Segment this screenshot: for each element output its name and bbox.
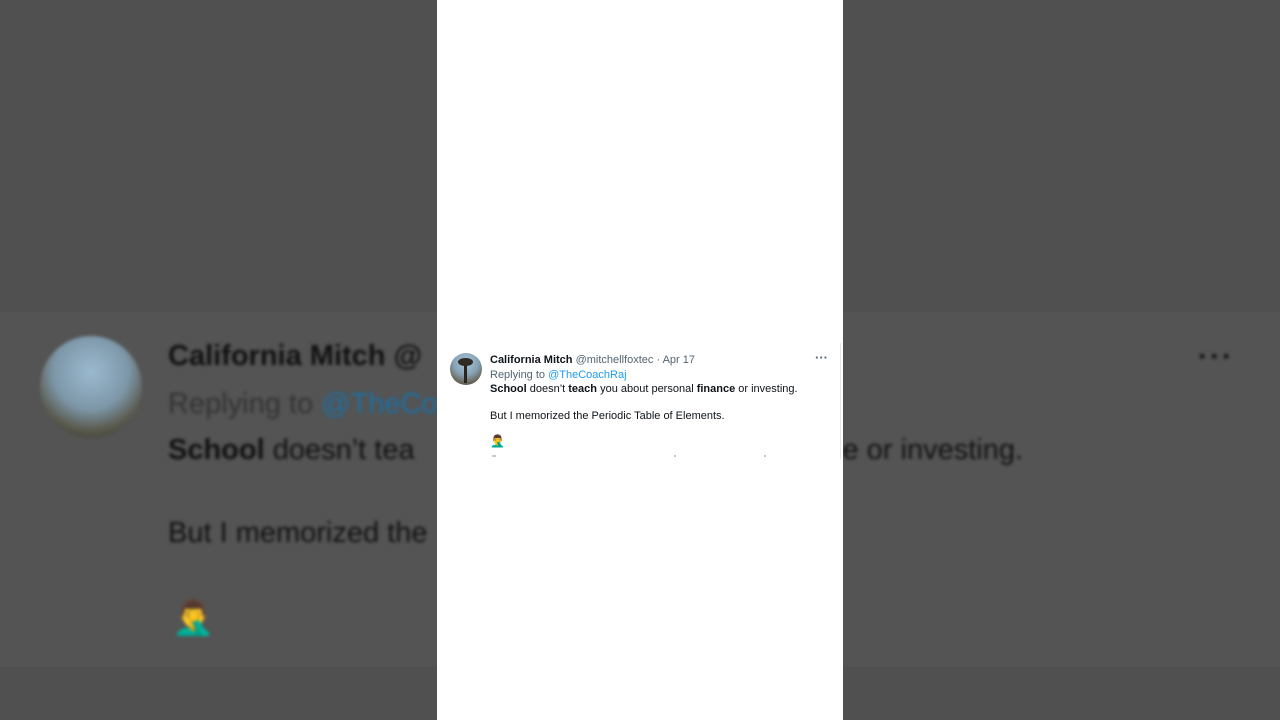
background-line1-bold: School	[168, 434, 265, 466]
background-emoji: 🤦‍♂️	[172, 599, 215, 637]
tweet-header: California Mitch @mitchellfoxtec · Apr 1…	[490, 353, 695, 367]
tweet-text-line1: School doesn’t teach you about personal …	[490, 382, 798, 396]
background-name: California Mitch @	[168, 340, 422, 372]
background-line1: School doesn’t tea	[168, 434, 415, 467]
background-more-icon: ···	[1198, 340, 1234, 373]
replying-to-link[interactable]: @TheCoachRaj	[548, 369, 626, 381]
background-line2: But I memorized the	[168, 517, 428, 549]
text-segment-1: doesn’t	[526, 383, 569, 395]
facepalm-emoji-icon: 🤦‍♂️	[490, 434, 505, 448]
background-avatar	[40, 336, 142, 438]
separator: ·	[653, 354, 663, 366]
display-name[interactable]: California Mitch	[490, 354, 573, 366]
tweet-date[interactable]: Apr 17	[663, 354, 695, 366]
cropped-line-remnant	[490, 455, 780, 458]
text-segment-2: you about personal	[597, 383, 697, 395]
avatar[interactable]	[450, 353, 482, 385]
replying-prefix: Replying to	[490, 369, 549, 381]
background-line1-rest: doesn’t tea	[264, 434, 415, 466]
more-options-icon[interactable]: ···	[815, 351, 828, 365]
bold-word-finance: finance	[696, 383, 736, 395]
background-reply-prefix: Replying to	[168, 388, 322, 420]
tweet-card[interactable]: California Mitch @mitchellfoxtec · Apr 1…	[437, 343, 841, 459]
replying-to: Replying to @TheCoachRaj	[490, 368, 627, 382]
bold-word-teach: teach	[568, 383, 598, 395]
background-replying: Replying to @TheCo	[168, 388, 438, 421]
text-segment-3: or investing.	[735, 383, 798, 395]
bold-word-school: School	[490, 383, 527, 395]
background-reply-link: @TheCo	[321, 388, 438, 420]
background-line1-end: ce or investing.	[828, 434, 1024, 466]
tweet-text-line2: But I memorized the Periodic Table of El…	[490, 410, 725, 422]
avatar-tree-top	[458, 358, 473, 366]
handle[interactable]: @mitchellfoxtec	[576, 354, 654, 366]
